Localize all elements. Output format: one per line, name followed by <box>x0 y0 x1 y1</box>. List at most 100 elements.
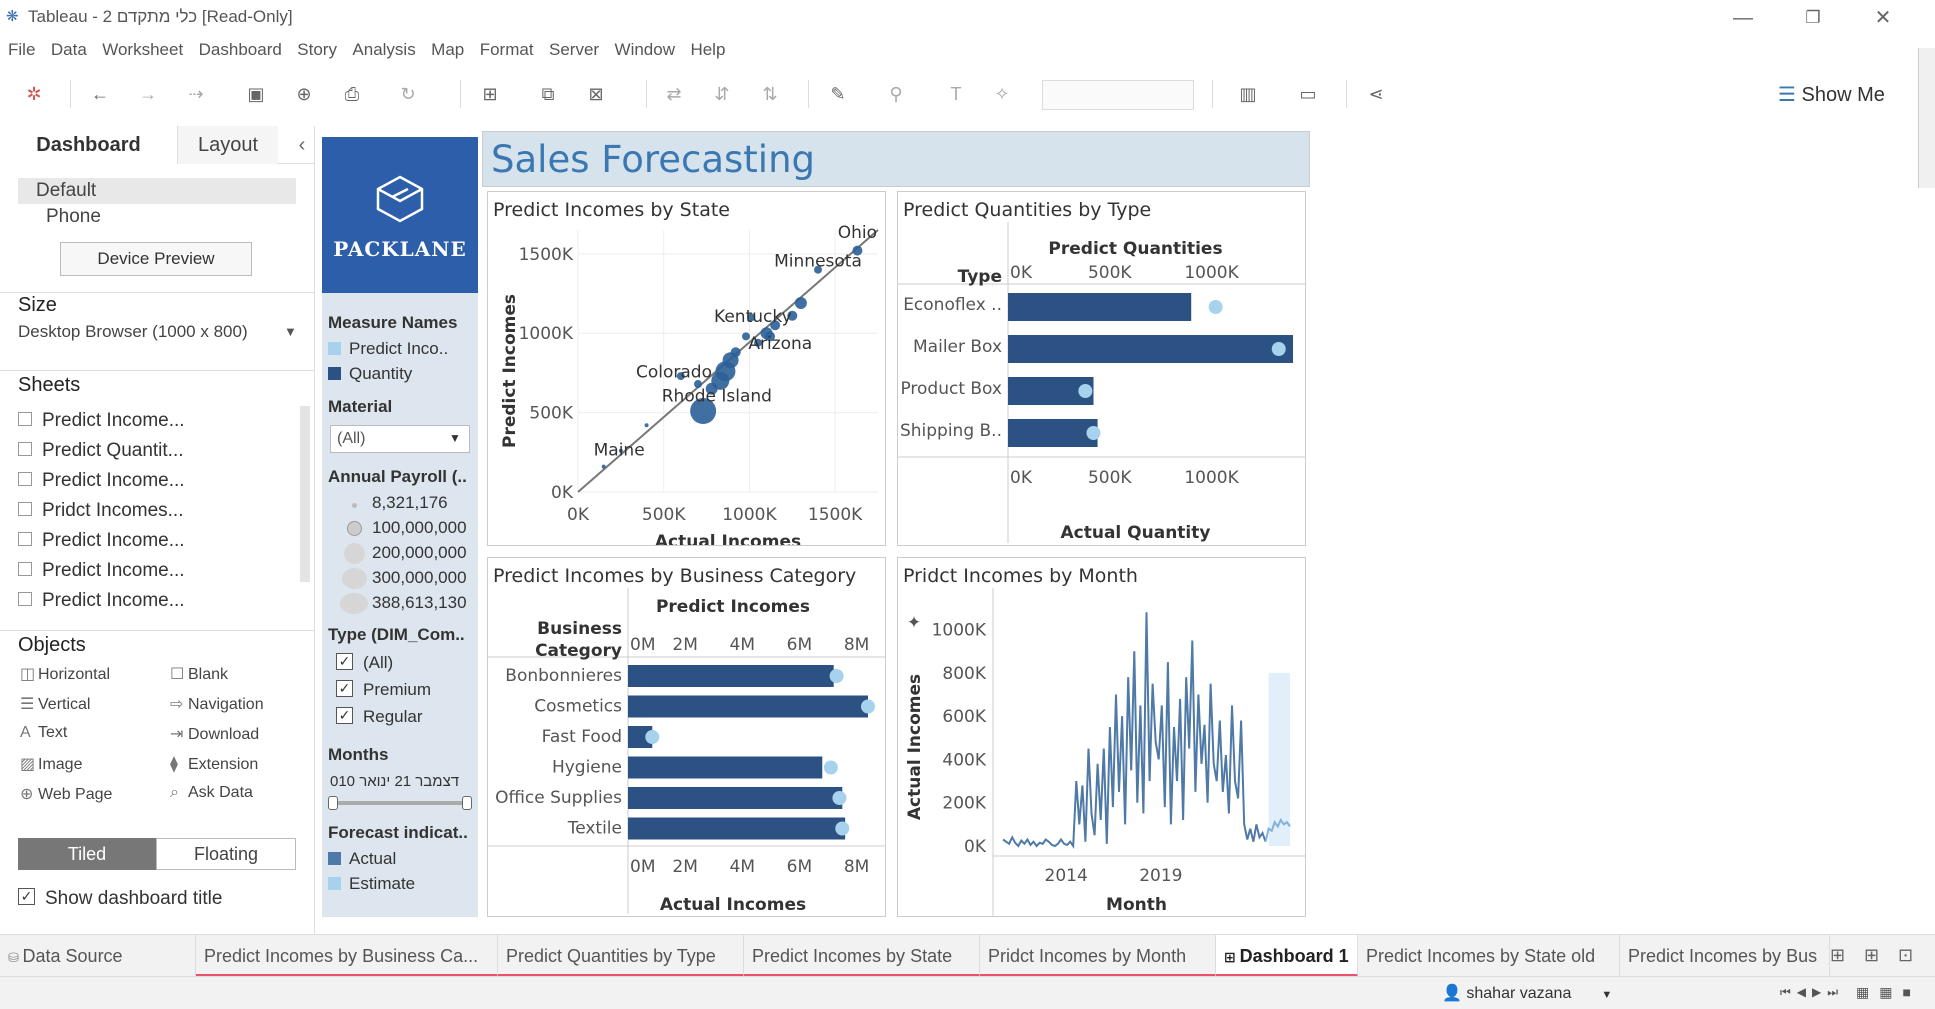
save-icon[interactable]: ▣ <box>244 82 268 106</box>
legend-swatch <box>328 367 341 381</box>
menu-file[interactable]: File <box>8 38 35 62</box>
tab-sheet[interactable]: Predict Incomes by Business Ca... <box>196 935 498 977</box>
months-slider-track[interactable] <box>332 801 468 805</box>
tab-sheet[interactable]: Pridct Incomes by Month <box>980 935 1216 977</box>
type-filter-item[interactable]: ✓ Regular <box>336 707 423 727</box>
pin-icon[interactable]: ✧ <box>990 82 1014 106</box>
user-menu[interactable]: 👤 shahar vazana ▼ <box>1442 983 1612 1003</box>
swap-icon[interactable]: ⇄ <box>662 82 686 106</box>
show-me-button[interactable]: ☰ Show Me <box>1778 82 1885 107</box>
new-datasource-icon[interactable]: ⊕ <box>292 82 316 106</box>
type-filter-item[interactable]: ✓ (All) <box>336 653 393 673</box>
device-phone[interactable]: Phone <box>46 206 101 228</box>
menu-format[interactable]: Format <box>480 38 534 62</box>
minimize-button[interactable]: — <box>1718 4 1768 32</box>
close-button[interactable]: ✕ <box>1858 4 1908 32</box>
restore-button[interactable]: ❐ <box>1788 4 1838 32</box>
menu-map[interactable]: Map <box>431 38 464 62</box>
type-filter-item[interactable]: ✓ Premium <box>336 680 431 700</box>
undo-icon[interactable]: ← <box>88 82 112 106</box>
object-extension[interactable]: ⧫ Extension <box>170 754 258 774</box>
new-worksheet-icon[interactable]: ⊞ <box>478 82 502 106</box>
share-icon[interactable]: ⋖ <box>1364 82 1388 106</box>
duplicate-icon[interactable]: ⧉ <box>536 82 560 106</box>
sheet-item[interactable]: Predict Income... <box>18 530 185 552</box>
sort-asc-icon[interactable]: ⇵ <box>710 82 734 106</box>
sheet-item[interactable]: Predict Income... <box>18 590 185 612</box>
point-label: Arizona <box>748 334 812 354</box>
window-scroll-strip[interactable] <box>1918 48 1935 188</box>
pause-updates-icon[interactable]: ⎙ <box>340 82 364 106</box>
new-dashboard-icon[interactable]: ⊞ <box>1864 945 1879 966</box>
object-web-page[interactable]: ⊕ Web Page <box>20 784 112 804</box>
material-select[interactable]: (All) ▼ <box>330 425 470 453</box>
sheet-item[interactable]: Predict Income... <box>18 410 185 432</box>
tab-dashboard[interactable]: Dashboard <box>0 126 178 164</box>
sheet-item[interactable]: Predict Income... <box>18 470 185 492</box>
object-vertical[interactable]: ☰ Vertical <box>20 694 90 714</box>
tab-dashboard-1[interactable]: ⊞ Dashboard 1 <box>1216 935 1358 977</box>
device-default-row[interactable]: Default <box>18 178 296 204</box>
size-value[interactable]: Desktop Browser (1000 x 800) <box>18 322 248 342</box>
legend-item[interactable]: Estimate <box>328 874 415 894</box>
object-ask-data[interactable]: ⌕ Ask Data <box>170 784 253 802</box>
fit-dropdown[interactable] <box>1042 80 1194 110</box>
tab-sheet[interactable]: Predict Incomes by State old <box>1358 935 1620 977</box>
top-tick-label: 8M <box>844 635 869 655</box>
refresh-icon[interactable]: ↻ <box>396 82 420 106</box>
sheets-scrollbar[interactable] <box>300 406 310 582</box>
sort-desc-icon[interactable]: ⇅ <box>758 82 782 106</box>
replay-icon[interactable]: ⇢ <box>184 82 208 106</box>
collapse-panel-button[interactable]: ‹ <box>290 126 314 164</box>
legend-item[interactable]: Actual <box>328 849 396 869</box>
tableau-home-icon[interactable]: ✲ <box>22 82 46 106</box>
panel-incomes-by-category[interactable]: Predict Incomes by Business Category Pre… <box>487 557 886 917</box>
clear-icon[interactable]: ⊠ <box>584 82 608 106</box>
menu-help[interactable]: Help <box>690 38 725 62</box>
object-text[interactable]: A Text <box>20 724 67 742</box>
new-worksheet-icon[interactable]: ⊞ <box>1830 945 1845 966</box>
labels-icon[interactable]: T <box>944 82 968 106</box>
menu-window[interactable]: Window <box>615 38 675 62</box>
tab-data-source[interactable]: ⛁ Data Source <box>0 935 196 977</box>
object-download[interactable]: ⇥ Download <box>170 724 259 744</box>
sheet-item[interactable]: Predict Income... <box>18 560 185 582</box>
tab-sheet[interactable]: Predict Incomes by State <box>744 935 980 977</box>
object-horizontal[interactable]: ◫ Horizontal <box>20 664 110 684</box>
sheet-item[interactable]: Pridct Incomes... <box>18 500 184 522</box>
panel-incomes-by-month[interactable]: Pridct Incomes by Month 0K 200K 400K 600K 80… <box>897 557 1306 917</box>
menu-data[interactable]: Data <box>51 38 87 62</box>
menu-story[interactable]: Story <box>297 38 337 62</box>
panel-incomes-by-state[interactable]: Predict Incomes by State 0K 0K 500K 500K 100… <box>487 191 886 546</box>
menu-dashboard[interactable]: Dashboard <box>199 38 282 62</box>
menu-server[interactable]: Server <box>549 38 599 62</box>
legend-item[interactable]: Predict Inco.. <box>328 339 448 359</box>
menu-worksheet[interactable]: Worksheet <box>102 38 183 62</box>
device-preview-button[interactable]: Device Preview <box>60 242 252 276</box>
view-mode-icons[interactable]: ▦▦■ <box>1856 984 1921 1001</box>
tab-layout[interactable]: Layout <box>178 126 278 164</box>
sheet-navigation-icons[interactable]: ⏮◀▶⏭ <box>1780 985 1844 1000</box>
object-image[interactable]: ▨ Image <box>20 754 82 774</box>
new-story-icon[interactable]: ⊡ <box>1898 945 1913 966</box>
tab-sheet[interactable]: Predict Quantities by Type <box>498 935 744 977</box>
redo-icon[interactable]: → <box>136 82 160 106</box>
floating-button[interactable]: Floating <box>156 838 296 870</box>
object-navigation[interactable]: ⇨ Navigation <box>170 694 264 714</box>
presentation-icon[interactable]: ▭ <box>1296 82 1320 106</box>
slider-handle-right[interactable] <box>462 796 472 810</box>
tab-sheet[interactable]: Predict Incomes by Bus <box>1620 935 1830 977</box>
menu-analysis[interactable]: Analysis <box>352 38 415 62</box>
highlight-icon[interactable]: ✎ <box>826 82 850 106</box>
show-cards-icon[interactable]: ▥ <box>1236 82 1260 106</box>
group-icon[interactable]: ⚲ <box>884 82 908 106</box>
legend-item[interactable]: Quantity <box>328 364 412 384</box>
scatter-point <box>644 423 649 428</box>
object-blank[interactable]: ☐ Blank <box>170 664 228 684</box>
sheet-item[interactable]: Predict Quantit... <box>18 440 184 462</box>
chevron-down-icon[interactable]: ▼ <box>284 324 297 339</box>
show-title-checkbox[interactable]: ✓ Show dashboard title <box>18 888 222 910</box>
tiled-button[interactable]: Tiled <box>18 838 156 870</box>
panel-quantities-by-type[interactable]: Predict Quantities by Type Predict Quant… <box>897 191 1306 546</box>
slider-handle-left[interactable] <box>328 796 338 810</box>
